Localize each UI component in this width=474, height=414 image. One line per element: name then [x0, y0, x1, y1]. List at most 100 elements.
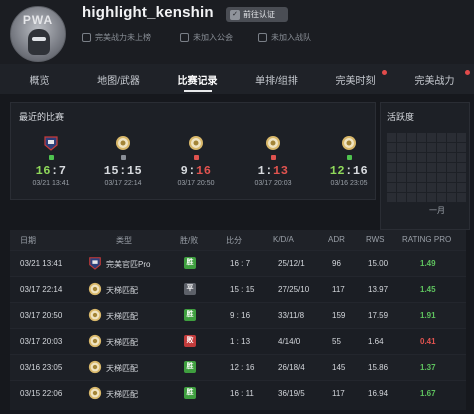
guild-icon	[180, 33, 189, 42]
score-right: 15	[126, 164, 143, 178]
tab-maps-weapons[interactable]: 地图/武器	[79, 64, 158, 94]
col-kda: K/D/A	[273, 235, 294, 244]
match-score: 16:7	[21, 164, 81, 178]
badge-icon: ✓	[230, 9, 240, 20]
table-row[interactable]: 03/15 22:06 天梯匹配 胜 16 : 11 36/19/5 117 16.94 1.…	[10, 380, 466, 406]
table-header: 日期 类型 胜/败 比分 K/D/A ADR RWS RATING PRO	[10, 230, 466, 250]
row-score: 16 : 7	[230, 259, 251, 268]
score-right: 13	[273, 164, 289, 178]
activity-cell	[427, 153, 436, 162]
recent-match[interactable]: 9:16 03/17 20:50	[166, 135, 226, 197]
pro-league-icon	[88, 256, 102, 270]
recent-match[interactable]: 15:15 03/17 22:14	[93, 135, 153, 197]
activity-cell	[457, 143, 466, 152]
activity-cell	[447, 193, 456, 202]
activity-cell	[417, 193, 426, 202]
activity-cell	[387, 133, 396, 142]
row-rating: 1.49	[420, 259, 436, 268]
recent-match[interactable]: 1:13 03/17 20:03	[243, 135, 303, 197]
result-indicator	[270, 155, 276, 160]
avatar-figure	[28, 29, 50, 55]
row-type: 天梯匹配	[106, 364, 138, 373]
activity-cell	[427, 183, 436, 192]
activity-month-label: 一月	[429, 206, 445, 215]
activity-cell	[417, 133, 426, 142]
team-status[interactable]: 未加入战队	[258, 32, 311, 43]
tab-perfect-moments[interactable]: 完美时刻	[316, 64, 395, 94]
pro-league-icon	[43, 135, 59, 151]
activity-cell	[437, 143, 446, 152]
row-rws: 1.64	[368, 337, 384, 346]
row-rating: 1.67	[420, 389, 436, 398]
match-score: 12:16	[319, 164, 379, 178]
activity-cell	[397, 133, 406, 142]
recent-match[interactable]: 16:7 03/21 13:41	[21, 135, 81, 197]
row-type: 天梯匹配	[106, 338, 138, 347]
score-right: 7	[58, 164, 67, 178]
col-adr: ADR	[328, 235, 345, 244]
table-row[interactable]: 03/17 20:50 天梯匹配 胜 9 : 16 33/11/8 159 17.59 1.9…	[10, 302, 466, 328]
verify-button[interactable]: ✓ 前往认证	[226, 7, 288, 22]
result-indicator	[346, 155, 352, 160]
match-score: 15:15	[93, 164, 153, 178]
score-sep: :	[51, 164, 59, 178]
avatar-visor	[32, 37, 46, 41]
shield-icon	[82, 33, 91, 42]
row-type: 天梯匹配	[106, 286, 138, 295]
score-sep: :	[119, 164, 127, 178]
match-score: 9:16	[166, 164, 226, 178]
row-rws: 17.59	[368, 311, 389, 320]
activity-cell	[447, 183, 456, 192]
tab-overview[interactable]: 概览	[0, 64, 79, 94]
score-left: 15	[103, 164, 120, 178]
row-rating: 1.45	[420, 285, 436, 294]
activity-panel: 活跃度 一月	[380, 102, 470, 230]
rank-status-text: 完美战力未上榜	[95, 33, 151, 42]
tab-label: 地图/武器	[97, 75, 140, 87]
row-adr: 55	[332, 337, 341, 346]
activity-cell	[437, 153, 446, 162]
recent-match[interactable]: 12:16 03/16 23:05	[319, 135, 379, 197]
row-score: 15 : 15	[230, 285, 255, 294]
match-date: 03/21 13:41	[32, 180, 70, 187]
row-date: 03/16 23:05	[20, 363, 63, 372]
row-date: 03/15 22:06	[20, 389, 63, 398]
result-badge: 胜	[184, 257, 196, 269]
row-type: 天梯匹配	[106, 312, 138, 321]
table-row[interactable]: 03/17 20:03 天梯匹配 败 1 : 13 4/14/0 55 1.64 0.41	[10, 328, 466, 354]
table-row[interactable]: 03/21 13:41 完美官匹Pro 胜 16 : 7 25/12/1 96 15.00 1…	[10, 250, 466, 276]
row-adr: 117	[332, 285, 345, 294]
tab-perfect-power[interactable]: 完美战力	[395, 64, 474, 94]
col-result: 胜/败	[180, 236, 199, 245]
guild-status[interactable]: 未加入公会	[180, 32, 233, 43]
activity-cell	[457, 183, 466, 192]
activity-cell	[407, 153, 416, 162]
score-sep: :	[188, 164, 196, 178]
table-row[interactable]: 03/16 23:05 天梯匹配 胜 12 : 16 26/18/4 145 15.86 1.…	[10, 354, 466, 380]
activity-cell	[417, 163, 426, 172]
table-row[interactable]: 03/17 22:14 天梯匹配 平 15 : 15 27/25/10 117 13.97 1…	[10, 276, 466, 302]
activity-cell	[417, 173, 426, 182]
match-date: 03/17 20:03	[254, 180, 292, 187]
activity-cell	[407, 173, 416, 182]
col-type: 类型	[116, 236, 132, 245]
result-badge: 胜	[184, 309, 196, 321]
tab-solo-group[interactable]: 单排/组排	[237, 64, 316, 94]
row-rws: 15.86	[368, 363, 389, 372]
avatar[interactable]: PWA	[10, 6, 66, 62]
ladder-icon	[265, 135, 281, 151]
activity-cell	[397, 153, 406, 162]
row-date: 03/21 13:41	[20, 259, 63, 268]
activity-cell	[447, 163, 456, 172]
ladder-icon	[88, 282, 102, 296]
row-kda: 25/12/1	[278, 259, 305, 268]
col-rating: RATING PRO	[402, 235, 452, 244]
row-rating: 1.37	[420, 363, 436, 372]
score-sep: :	[345, 164, 353, 178]
rank-status: 完美战力未上榜	[82, 32, 151, 43]
ladder-icon	[341, 135, 357, 151]
activity-cell	[437, 193, 446, 202]
username: highlight_kenshin	[82, 4, 214, 21]
tab-label: 概览	[29, 75, 50, 87]
tab-match-history[interactable]: 比赛记录	[158, 64, 237, 94]
